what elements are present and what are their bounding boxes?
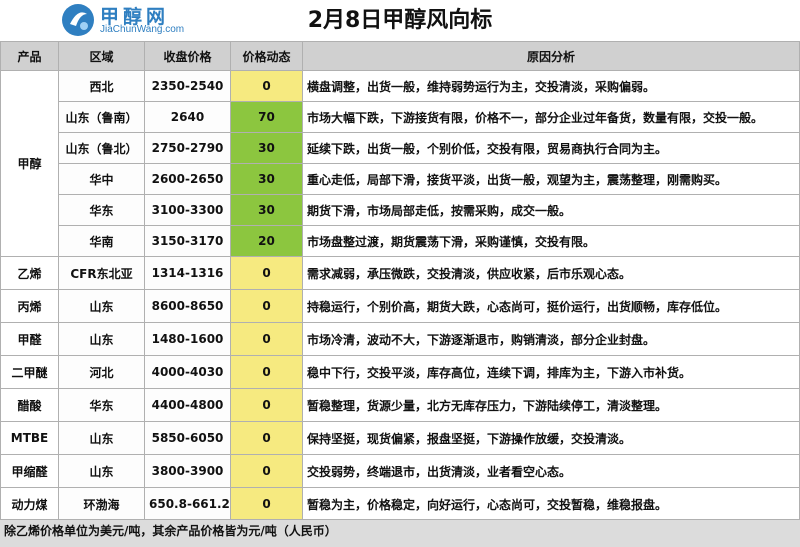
table-row: 华中 2600-2650 30 重心走低，局部下滑，接货平淡，出货一般，观望为主… xyxy=(1,163,800,195)
analysis-cell: 稳中下行，交投平淡，库存高位，连续下调，排库为主，下游入市补货。 xyxy=(302,355,800,389)
price-cell: 3800-3900 xyxy=(144,454,231,488)
analysis-cell: 暂稳为主，价格稳定，向好运行，心态尚可，交投暂稳，维稳报盘。 xyxy=(302,487,800,521)
analysis-cell: 暂稳整理，货源少量，北方无库存压力，下游陆续停工，清淡整理。 xyxy=(302,388,800,422)
column-header-change: 价格动态 xyxy=(230,41,303,71)
table-row: 甲醛 山东 1480-1600 0 市场冷清，波动不大，下游逐渐退市，购销清淡，… xyxy=(0,322,800,356)
table-row: 二甲醚 河北 4000-4030 0 稳中下行，交投平淡，库存高位，连续下调，排… xyxy=(0,355,800,389)
analysis-cell: 市场大幅下跌，下游接货有限，价格不一，部分企业过年备货，数量有限，交投一般。 xyxy=(302,101,800,133)
analysis-cell: 市场冷清，波动不大，下游逐渐退市，购销清淡，部分企业封盘。 xyxy=(302,322,800,356)
region-cell: CFR东北亚 xyxy=(58,256,145,290)
change-cell: 30 xyxy=(230,163,303,195)
change-cell: 30 xyxy=(230,194,303,226)
price-cell: 4400-4800 xyxy=(144,388,231,422)
analysis-cell: 期货下滑，市场局部走低，按需采购，成交一般。 xyxy=(302,194,800,226)
analysis-cell: 重心走低，局部下滑，接货平淡，出货一般，观望为主，震荡整理，刚需购买。 xyxy=(302,163,800,195)
page-title: 2月8日甲醇风向标 xyxy=(307,8,493,33)
product-cell: 甲缩醛 xyxy=(0,454,59,488)
page: 甲醇网JiaChunWang.com 甲醇网JiaChunWang.com 甲醇… xyxy=(0,0,800,547)
analysis-cell: 持稳运行，个别价高，期货大跌，心态尚可，挺价运行，出货顺畅，库存低位。 xyxy=(302,289,800,323)
table-header-row: 产品 区域 收盘价格 价格动态 原因分析 xyxy=(0,41,800,71)
price-cell: 3100-3300 xyxy=(144,194,231,226)
column-header-analysis: 原因分析 xyxy=(302,41,800,71)
change-cell: 30 xyxy=(230,132,303,164)
table-row: 甲醇 西北 2350-2540 0 横盘调整，出货一般，维持弱势运行为主，交投清… xyxy=(0,70,800,257)
table-row: MTBE 山东 5850-6050 0 保持坚挺，现货偏紧，报盘坚挺，下游操作放… xyxy=(0,421,800,455)
change-cell: 0 xyxy=(230,289,303,323)
change-cell: 0 xyxy=(230,388,303,422)
price-cell: 2350-2540 xyxy=(144,70,231,102)
table-row: 山东（鲁南） 2640 70 市场大幅下跌，下游接货有限，价格不一，部分企业过年… xyxy=(1,101,800,133)
region-cell: 山东（鲁北） xyxy=(58,132,145,164)
price-cell: 2640 xyxy=(144,101,231,133)
region-cell: 河北 xyxy=(58,355,145,389)
footer-note: 除乙烯价格单位为美元/吨，其余产品价格皆为元/吨（人民币） xyxy=(0,519,800,547)
analysis-cell: 交投弱势，终端退市，出货清淡，业者看空心态。 xyxy=(302,454,800,488)
change-cell: 0 xyxy=(230,355,303,389)
table-row: 山东（鲁北） 2750-2790 30 延续下跌，出货一般，个别价低，交投有限，… xyxy=(1,132,800,164)
table-row: 乙烯 CFR东北亚 1314-1316 0 需求减弱，承压微跌，交投清淡，供应收… xyxy=(0,256,800,290)
change-cell: 0 xyxy=(230,487,303,521)
column-header-price: 收盘价格 xyxy=(144,41,231,71)
product-cell: 乙烯 xyxy=(0,256,59,290)
analysis-cell: 需求减弱，承压微跌，交投清淡，供应收紧，后市乐观心态。 xyxy=(302,256,800,290)
price-cell: 650.8-661.2 xyxy=(144,487,231,521)
change-cell: 0 xyxy=(230,322,303,356)
product-cell: 二甲醚 xyxy=(0,355,59,389)
product-cell: 丙烯 xyxy=(0,289,59,323)
price-cell: 1480-1600 xyxy=(144,322,231,356)
product-cell: 醋酸 xyxy=(0,388,59,422)
product-cell: 动力煤 xyxy=(0,487,59,521)
price-cell: 2600-2650 xyxy=(144,163,231,195)
change-cell: 0 xyxy=(230,256,303,290)
product-cell: 甲醇 xyxy=(0,70,59,257)
column-header-product: 产品 xyxy=(0,41,59,71)
table-row: 华南 3150-3170 20 市场盘整过渡，期货震荡下滑，采购谨慎，交投有限。 xyxy=(1,225,800,257)
change-cell: 20 xyxy=(230,225,303,257)
analysis-cell: 市场盘整过渡，期货震荡下滑，采购谨慎，交投有限。 xyxy=(302,225,800,257)
region-cell: 山东 xyxy=(58,454,145,488)
change-cell: 70 xyxy=(230,101,303,133)
change-cell: 0 xyxy=(230,421,303,455)
table-row: 华东 3100-3300 30 期货下滑，市场局部走低，按需采购，成交一般。 xyxy=(1,194,800,226)
column-header-region: 区域 xyxy=(58,41,145,71)
region-cell: 华南 xyxy=(58,225,145,257)
region-cell: 华东 xyxy=(58,194,145,226)
change-cell: 0 xyxy=(230,70,303,102)
product-cell: 甲醛 xyxy=(0,322,59,356)
region-cell: 华东 xyxy=(58,388,145,422)
table-row: 动力煤 环渤海 650.8-661.2 0 暂稳为主，价格稳定，向好运行，心态尚… xyxy=(0,487,800,521)
analysis-cell: 横盘调整，出货一般，维持弱势运行为主，交投清淡，采购偏弱。 xyxy=(302,70,800,102)
price-cell: 4000-4030 xyxy=(144,355,231,389)
table-row: 丙烯 山东 8600-8650 0 持稳运行，个别价高，期货大跌，心态尚可，挺价… xyxy=(0,289,800,323)
indicator-table: 产品 区域 收盘价格 价格动态 原因分析 甲醇 西北 2350-2540 0 横… xyxy=(0,41,800,521)
analysis-cell: 延续下跌，出货一般，个别价低，交投有限，贸易商执行合同为主。 xyxy=(302,132,800,164)
table-row: 醋酸 华东 4400-4800 0 暂稳整理，货源少量，北方无库存压力，下游陆续… xyxy=(0,388,800,422)
region-cell: 山东（鲁南） xyxy=(58,101,145,133)
price-cell: 1314-1316 xyxy=(144,256,231,290)
change-cell: 0 xyxy=(230,454,303,488)
price-cell: 3150-3170 xyxy=(144,225,231,257)
region-cell: 山东 xyxy=(58,421,145,455)
table-row: 甲缩醛 山东 3800-3900 0 交投弱势，终端退市，出货清淡，业者看空心态… xyxy=(0,454,800,488)
region-cell: 山东 xyxy=(58,322,145,356)
region-cell: 华中 xyxy=(58,163,145,195)
analysis-cell: 保持坚挺，现货偏紧，报盘坚挺，下游操作放缓，交投清淡。 xyxy=(302,421,800,455)
region-cell: 环渤海 xyxy=(58,487,145,521)
price-cell: 8600-8650 xyxy=(144,289,231,323)
price-cell: 2750-2790 xyxy=(144,132,231,164)
region-cell: 山东 xyxy=(58,289,145,323)
region-cell: 西北 xyxy=(58,70,145,102)
product-cell: MTBE xyxy=(0,421,59,455)
price-cell: 5850-6050 xyxy=(144,421,231,455)
